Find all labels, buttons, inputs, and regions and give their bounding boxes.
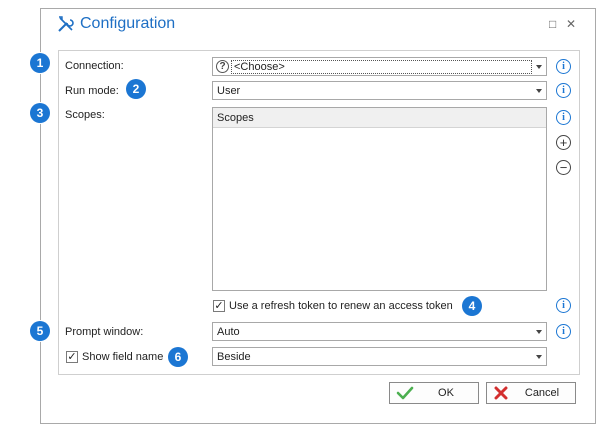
- prompt-window-select[interactable]: Auto: [212, 322, 547, 341]
- cancel-x-icon: [494, 386, 508, 400]
- add-scope-icon[interactable]: +: [556, 135, 571, 150]
- badge-1: 1: [30, 53, 50, 73]
- scopes-info-icon[interactable]: i: [556, 110, 571, 125]
- checkmark-icon: [396, 386, 414, 400]
- show-field-name-checkbox[interactable]: ✓: [66, 351, 78, 363]
- chevron-down-icon[interactable]: [532, 323, 546, 340]
- cancel-button[interactable]: Cancel: [486, 382, 576, 404]
- ok-button-label: OK: [438, 387, 454, 399]
- badge-2: 2: [126, 79, 146, 99]
- badge-3: 3: [30, 103, 50, 123]
- scopes-list[interactable]: Scopes: [212, 107, 547, 291]
- chevron-down-icon[interactable]: [532, 348, 546, 365]
- prompt-window-value: Auto: [217, 325, 240, 338]
- help-icon[interactable]: ?: [216, 60, 229, 73]
- run-mode-info-icon[interactable]: i: [556, 83, 571, 98]
- scopes-list-header: Scopes: [213, 108, 546, 128]
- dialog-title: Configuration: [80, 15, 176, 32]
- connection-value: <Choose>: [231, 59, 532, 74]
- remove-scope-icon[interactable]: −: [556, 160, 571, 175]
- badge-5: 5: [30, 321, 50, 341]
- prompt-window-label: Prompt window:: [65, 326, 144, 338]
- run-mode-label: Run mode:: [65, 85, 119, 97]
- close-button[interactable]: ✕: [566, 17, 576, 31]
- maximize-button[interactable]: □: [549, 17, 556, 31]
- field-name-position-value: Beside: [217, 350, 251, 363]
- refresh-token-checkbox[interactable]: ✓: [213, 300, 225, 312]
- badge-6: 6: [168, 347, 188, 367]
- connection-select[interactable]: ? <Choose>: [212, 57, 547, 76]
- run-mode-value: User: [217, 84, 241, 97]
- badge-4: 4: [462, 296, 482, 316]
- chevron-down-icon[interactable]: [532, 82, 546, 99]
- scopes-label: Scopes:: [65, 109, 105, 121]
- chevron-down-icon[interactable]: [532, 58, 546, 75]
- check-icon: ✓: [214, 299, 224, 312]
- ok-button[interactable]: OK: [389, 382, 479, 404]
- cancel-button-label: Cancel: [524, 387, 560, 399]
- field-name-position-select[interactable]: Beside: [212, 347, 547, 366]
- connection-info-icon[interactable]: i: [556, 59, 571, 74]
- tools-icon: [58, 16, 74, 32]
- connection-label: Connection:: [65, 60, 124, 72]
- show-field-name-label[interactable]: Show field name: [82, 351, 163, 363]
- prompt-window-info-icon[interactable]: i: [556, 324, 571, 339]
- refresh-token-info-icon[interactable]: i: [556, 298, 571, 313]
- check-icon: ✓: [67, 350, 77, 363]
- run-mode-select[interactable]: User: [212, 81, 547, 100]
- refresh-token-label[interactable]: Use a refresh token to renew an access t…: [229, 300, 453, 312]
